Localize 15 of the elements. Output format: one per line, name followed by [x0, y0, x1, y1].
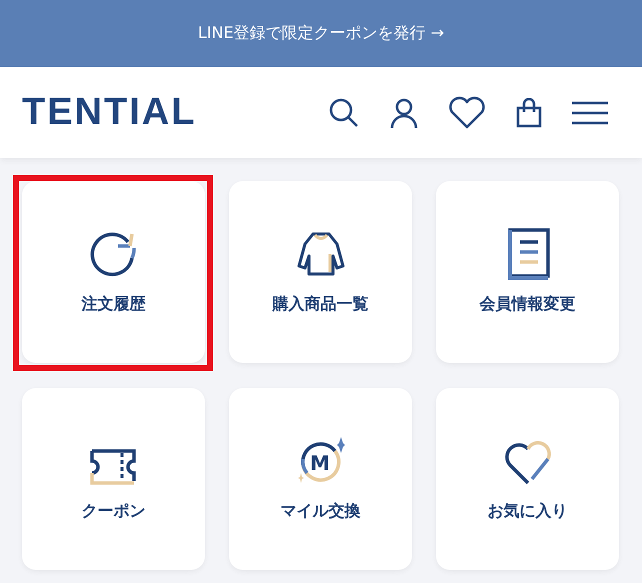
- menu-card[interactable]: お気に入り: [436, 388, 619, 570]
- menu-card[interactable]: 購入商品一覧: [229, 181, 412, 363]
- user-icon[interactable]: [390, 96, 418, 128]
- menu-card[interactable]: 会員情報変更: [436, 181, 619, 363]
- menu-card[interactable]: 注文履歴: [22, 181, 205, 363]
- banner-text: LINE登録で限定クーポンを発行 →: [198, 23, 444, 44]
- document-icon: [506, 228, 550, 280]
- shopping-bag-icon[interactable]: [516, 98, 542, 128]
- menu-icon[interactable]: [572, 100, 608, 126]
- logo[interactable]: TENTIAL: [22, 91, 196, 134]
- heart-icon[interactable]: [448, 96, 486, 130]
- search-icon[interactable]: [328, 96, 360, 128]
- promo-banner[interactable]: LINE登録で限定クーポンを発行 →: [0, 0, 642, 67]
- menu-card[interactable]: M マイル交換: [229, 388, 412, 570]
- menu-card[interactable]: クーポン: [22, 388, 205, 570]
